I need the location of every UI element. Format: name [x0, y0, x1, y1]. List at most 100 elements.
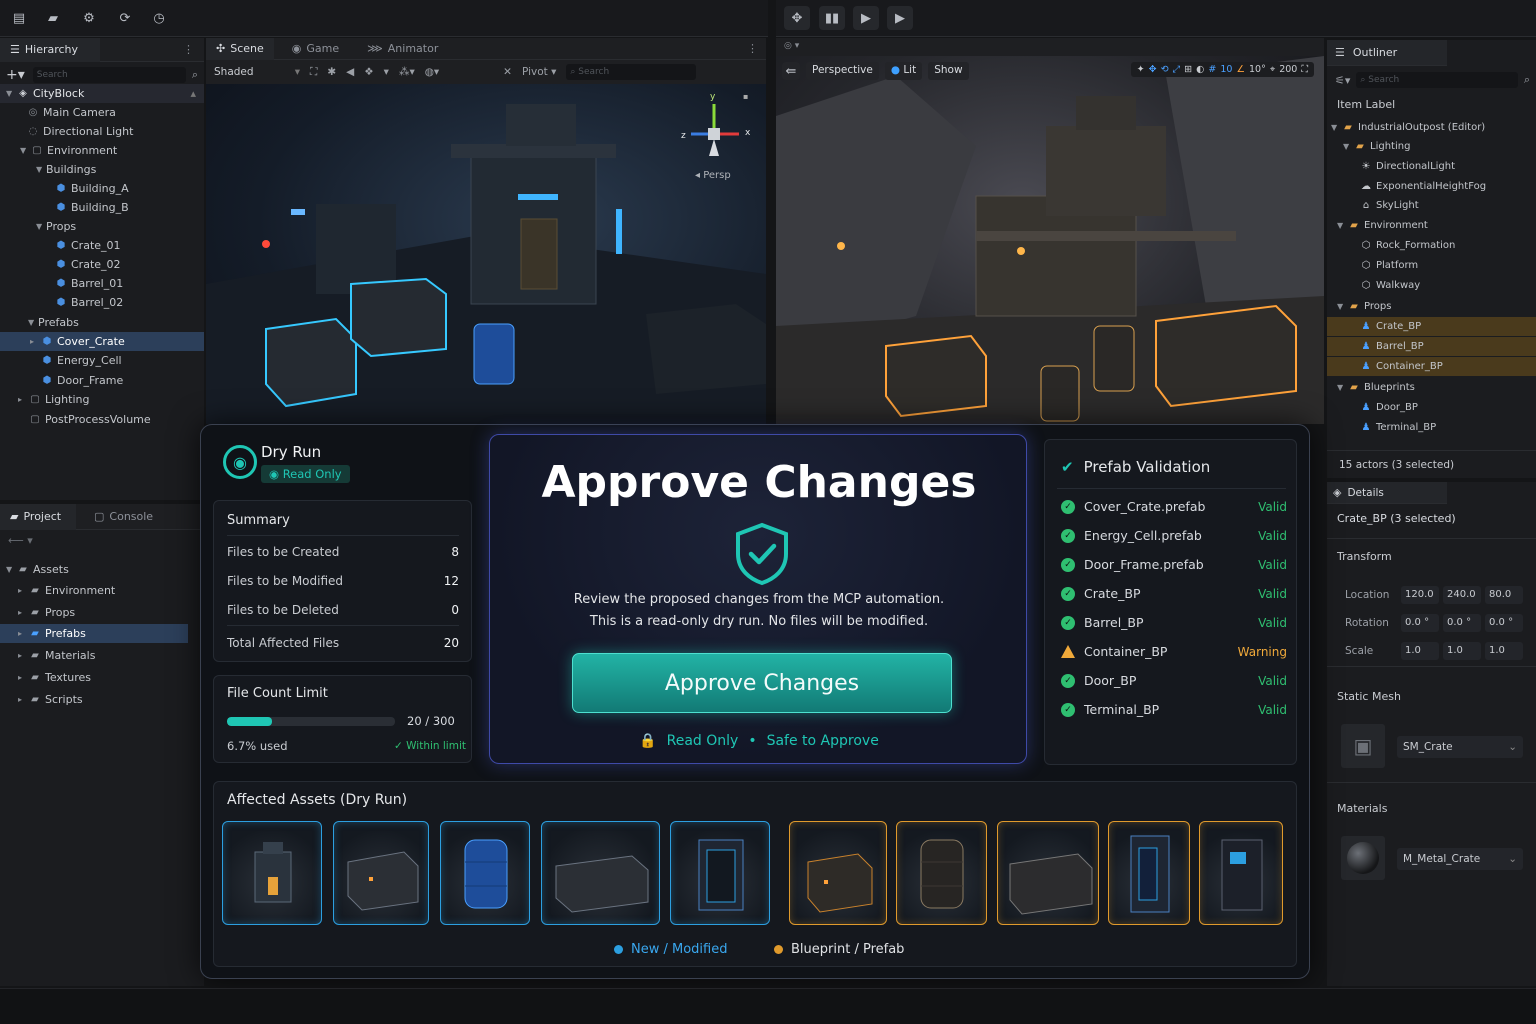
- tab-scene[interactable]: ✣ Scene: [206, 37, 274, 60]
- outliner-search-input[interactable]: ⌕ Search: [1356, 72, 1518, 88]
- asset-thumb-barrel[interactable]: [440, 821, 530, 925]
- scroll-up-icon[interactable]: ▴: [190, 87, 196, 100]
- tree-item-prefabs[interactable]: ▼ Prefabs: [0, 313, 204, 332]
- lit-button[interactable]: ● Lit: [884, 62, 923, 80]
- search-icon[interactable]: ⌕: [192, 68, 198, 82]
- outliner-item-root[interactable]: ▼ ▰ IndustrialOutpost (Editor): [1327, 118, 1536, 137]
- tree-item-environment[interactable]: ▼ ▢ Environment: [0, 141, 204, 160]
- asset-thumb-crate[interactable]: [333, 821, 429, 925]
- scale-icon[interactable]: ⤢: [1173, 64, 1181, 75]
- lighting-toggle-icon[interactable]: ✱: [327, 66, 336, 78]
- fullscreen-icon[interactable]: ⛶: [310, 66, 317, 79]
- search-icon[interactable]: ⌕: [1524, 73, 1530, 87]
- approve-changes-button[interactable]: Approve Changes: [572, 653, 952, 713]
- back-icon[interactable]: ⟵ ▾: [8, 534, 33, 547]
- tab-hierarchy[interactable]: ☰ Hierarchy: [0, 37, 100, 62]
- outliner-item-props[interactable]: ▼ ▰ Props: [1327, 297, 1536, 316]
- audio-icon[interactable]: ◀: [346, 66, 354, 78]
- scene-viewport[interactable]: y x z ▪ ◂ Persp: [206, 84, 766, 424]
- asset-thumb-terminal-bp[interactable]: [1199, 821, 1283, 925]
- step-icon[interactable]: ▶: [887, 6, 913, 30]
- asset-thumb-crate-bp[interactable]: [789, 821, 887, 925]
- outliner-item-fog[interactable]: ☁ ExponentialHeightFog: [1327, 177, 1536, 196]
- outliner-item-crate-bp[interactable]: ♟ Crate_BP: [1327, 317, 1536, 336]
- select-mode-icon[interactable]: ✦: [1137, 64, 1145, 75]
- level-viewport[interactable]: ⇚ Perspective ● Lit Show ✦ ✥ ⟲ ⤢ ⊞ ◐ # 1…: [776, 56, 1324, 424]
- effects-icon[interactable]: ❖: [364, 66, 373, 78]
- folder-icon[interactable]: ▰: [40, 6, 66, 30]
- tree-item-building-b[interactable]: ⬢ Building_B: [0, 198, 204, 217]
- asset-thumb-door-bp[interactable]: [1108, 821, 1190, 925]
- angle-snap-value[interactable]: 10°: [1249, 64, 1266, 75]
- outliner-item-skylight[interactable]: ⌂ SkyLight: [1327, 196, 1536, 215]
- tab-game[interactable]: ◉ Game: [282, 38, 349, 60]
- rotation-y-input[interactable]: 0.0 °: [1443, 614, 1481, 632]
- orientation-gizmo[interactable]: y x z ▪ ◂ Persp: [681, 92, 751, 184]
- outliner-item-container-bp[interactable]: ♟ Container_BP: [1327, 357, 1536, 376]
- location-x-input[interactable]: 120.0: [1401, 586, 1439, 604]
- outliner-item-door-bp[interactable]: ♟ Door_BP: [1327, 398, 1536, 417]
- tab-project[interactable]: ▰ Project: [0, 503, 76, 530]
- location-z-input[interactable]: 80.0: [1485, 586, 1523, 604]
- search-settings-icon[interactable]: ⚙: [76, 6, 102, 30]
- tree-item-crate-01[interactable]: ⬢ Crate_01: [0, 236, 204, 255]
- camera-speed-icon[interactable]: ⌖: [1270, 64, 1275, 75]
- lock-icon[interactable]: ▪: [743, 92, 748, 101]
- camera-settings-icon[interactable]: ◍▾: [425, 66, 439, 78]
- panel-menu-icon[interactable]: ⋮: [747, 42, 758, 55]
- perspective-button[interactable]: Perspective: [806, 62, 879, 80]
- add-icon[interactable]: +▾: [6, 67, 25, 83]
- shading-dropdown[interactable]: Shaded ▾: [214, 66, 300, 78]
- rotation-x-input[interactable]: 0.0 °: [1401, 614, 1439, 632]
- transform-icon[interactable]: ✥: [784, 6, 810, 30]
- folder-assets[interactable]: ▼ ▰ Assets: [0, 560, 204, 579]
- outliner-item-directional-light[interactable]: ☀ DirectionalLight: [1327, 157, 1536, 176]
- grid-snap-icon[interactable]: #: [1208, 64, 1216, 75]
- scale-y-input[interactable]: 1.0: [1443, 642, 1481, 660]
- outliner-item-lighting[interactable]: ▼ ▰ Lighting: [1327, 137, 1536, 156]
- outliner-item-barrel-bp[interactable]: ♟ Barrel_BP: [1327, 337, 1536, 356]
- outliner-item-blueprints[interactable]: ▼ ▰ Blueprints: [1327, 378, 1536, 397]
- panel-menu-icon[interactable]: ⋮: [183, 43, 194, 56]
- play-icon[interactable]: ▶: [853, 6, 879, 30]
- outliner-item-environment[interactable]: ▼ ▰ Environment: [1327, 216, 1536, 235]
- location-y-input[interactable]: 240.0: [1443, 586, 1481, 604]
- transform-section[interactable]: Transform: [1337, 550, 1392, 563]
- outliner-item-platform[interactable]: ⬡ Platform: [1327, 256, 1536, 275]
- static-mesh-section[interactable]: Static Mesh: [1337, 690, 1401, 703]
- folder-open-icon[interactable]: ▤: [6, 6, 32, 30]
- gizmo-toggle-icon[interactable]: ⁂▾: [399, 66, 415, 78]
- tab-console[interactable]: ▢ Console: [84, 504, 163, 530]
- tree-item-postprocess[interactable]: ▢ PostProcessVolume: [0, 410, 204, 429]
- translate-icon[interactable]: ✥: [1149, 64, 1157, 75]
- tree-item-buildings[interactable]: ▼ Buildings: [0, 160, 204, 179]
- dropdown-icon[interactable]: ▾: [384, 66, 389, 78]
- tree-item-door-frame[interactable]: ⬢ Door_Frame: [0, 371, 204, 390]
- world-icon[interactable]: ⊞: [1184, 64, 1192, 75]
- refresh-icon[interactable]: ⟳: [112, 6, 138, 30]
- rotate-icon[interactable]: ⟲: [1161, 64, 1169, 75]
- asset-thumb-container-bp[interactable]: [997, 821, 1099, 925]
- outliner-item-rock[interactable]: ⬡ Rock_Formation: [1327, 236, 1536, 255]
- static-mesh-dropdown[interactable]: SM_Crate ⌄: [1397, 736, 1523, 758]
- outliner-item-terminal-bp[interactable]: ♟ Terminal_BP: [1327, 418, 1536, 437]
- material-dropdown[interactable]: M_Metal_Crate ⌄: [1397, 848, 1523, 870]
- tree-item-barrel-02[interactable]: ⬢ Barrel_02: [0, 293, 204, 312]
- asset-thumb-building[interactable]: [222, 821, 322, 925]
- tree-item-building-a[interactable]: ⬢ Building_A: [0, 179, 204, 198]
- tab-animator[interactable]: ⋙ Animator: [357, 38, 448, 60]
- angle-snap-icon[interactable]: ∠: [1236, 64, 1245, 75]
- close-icon[interactable]: ✕: [503, 66, 512, 78]
- pivot-dropdown[interactable]: Pivot ▾: [522, 66, 556, 78]
- grid-snap-value[interactable]: 10: [1220, 64, 1232, 75]
- pause-icon[interactable]: ▮▮: [819, 6, 845, 30]
- tree-item-props[interactable]: ▼ Props: [0, 217, 204, 236]
- maximize-icon[interactable]: ⛶: [1301, 64, 1308, 75]
- viewport-menu-icon[interactable]: ⇚: [782, 62, 800, 80]
- asset-thumb-barrel-bp[interactable]: [896, 821, 987, 925]
- details-tab[interactable]: ◈ Details: [1327, 482, 1447, 504]
- folder-textures[interactable]: ▸ ▰ Textures: [0, 668, 204, 687]
- tree-item-barrel-01[interactable]: ⬢ Barrel_01: [0, 274, 204, 293]
- viewport-options-icon[interactable]: ◎ ▾: [784, 41, 799, 51]
- folder-scripts[interactable]: ▸ ▰ Scripts: [0, 690, 204, 709]
